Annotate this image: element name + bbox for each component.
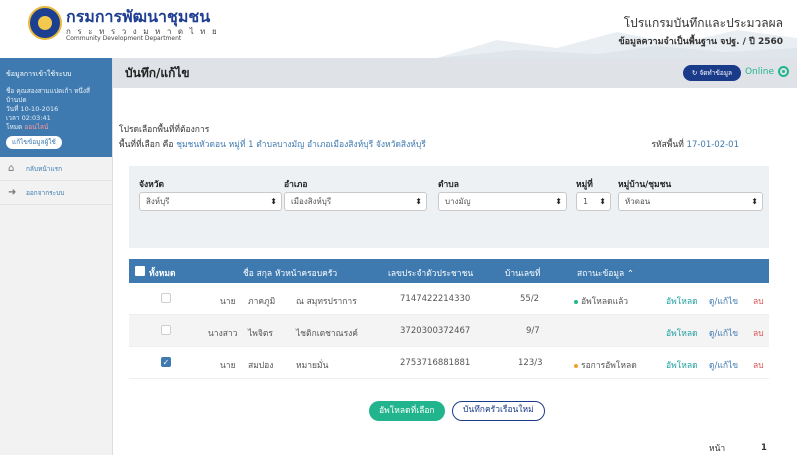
row-checkbox[interactable]: [161, 325, 171, 335]
delete-link[interactable]: ลบ: [753, 326, 764, 340]
pager-current-page[interactable]: 1: [761, 443, 767, 453]
org-logo: [28, 6, 62, 40]
sort-up-icon: ⌃: [626, 269, 635, 279]
login-date: วันที่ 10-10-2016: [6, 105, 59, 113]
moo-select[interactable]: 1 ⬍: [576, 192, 611, 211]
view-edit-link[interactable]: ดู/แก้ไข: [709, 326, 738, 340]
delete-link[interactable]: ลบ: [753, 358, 764, 372]
status-badge: อัพโหลดแล้ว: [574, 294, 628, 308]
select-arrow-icon: ⬍: [270, 197, 277, 206]
user-info: ชื่อ คุณสองสามแปดเก้า หนึ่งสี่ บ้านปด วั…: [0, 87, 112, 157]
sidebar-item-logout[interactable]: ➜ ออกจากระบบ: [0, 181, 112, 205]
org-name-english: Community Development Department: [66, 35, 182, 42]
app-header: กรมการพัฒนาชุมชน ก ร ะ ท ร ว ง ม ห า ด ไ…: [0, 0, 797, 58]
table-row: นาย ภาคภูมิ ณ สมุทรปราการ 7147422214330 …: [129, 283, 769, 315]
sidebar-item-label: ออกจากระบบ: [26, 188, 65, 197]
online-status-icon: [778, 66, 789, 77]
upload-link[interactable]: อัพโหลด: [666, 326, 698, 340]
page-toolbar: บันทึก/แก้ไข ↻ จัดทำข้อมูล Online: [113, 58, 797, 88]
select-area-prompt: โปรดเลือกพื้นที่ที่ต้องการ: [119, 125, 210, 135]
column-name: ชื่อ สกุล หัวหน้าครอบครัว: [243, 269, 338, 279]
upload-selected-button[interactable]: อัพโหลดที่เลือก: [369, 401, 445, 421]
row-checkbox[interactable]: [161, 293, 171, 303]
upload-link[interactable]: อัพโหลด: [666, 358, 698, 372]
sidebar-item-home[interactable]: ⌂ กลับหน้าแรก: [0, 157, 112, 181]
district-label: อำเภอ: [284, 180, 308, 190]
logout-icon: ➜: [8, 186, 17, 198]
row-checkbox-checked[interactable]: ✓: [161, 357, 171, 367]
district-select[interactable]: เมืองสิงห์บุรี ⬍: [284, 192, 427, 211]
status-badge: รอการอัพโหลด: [574, 358, 637, 372]
user-village: บ้านปด: [6, 96, 27, 104]
manage-data-button[interactable]: ↻ จัดทำข้อมูล: [682, 65, 741, 81]
province-select[interactable]: สิงห์บุรี ⬍: [139, 192, 282, 211]
column-id: เลขประจำตัวประชาชน: [388, 269, 474, 279]
province-label: จังหวัด: [139, 180, 165, 190]
login-time: เวลา 02:03:41: [6, 114, 51, 122]
select-arrow-icon: ⬍: [555, 197, 562, 206]
edit-profile-button[interactable]: แก้ไขข้อมูลผู้ใช้: [6, 136, 62, 149]
area-code-value: 17-01-02-01: [686, 140, 739, 150]
table-row: นางสาว ไพจิตร ไชติกเตชาณรงค์ 37203003724…: [129, 315, 769, 347]
view-edit-link[interactable]: ดู/แก้ไข: [709, 294, 738, 308]
sidebar-item-label: กลับหน้าแรก: [26, 164, 63, 173]
pager-label: หน้า: [709, 444, 726, 454]
mode-line: โหมด ออนไลน์: [6, 123, 49, 131]
view-edit-link[interactable]: ดู/แก้ไข: [709, 358, 738, 372]
area-filter-panel: จังหวัด สิงห์บุรี ⬍ อำเภอ เมืองสิงห์บุรี ⬍…: [129, 166, 769, 248]
village-label: หมู่บ้าน/ชุมชน: [618, 180, 672, 190]
table-header: ทั้งหมด ชื่อ สกุล หัวหน้าครอบครัว เลขประ…: [129, 259, 769, 283]
home-icon: ⌂: [8, 162, 15, 174]
selected-area: พื้นที่ที่เลือก คือ ชุมชนหัวดอน หมู่ที่ …: [119, 140, 426, 150]
select-arrow-icon: ⬍: [599, 197, 606, 206]
moo-label: หมู่ที่: [576, 180, 593, 190]
user-name: ชื่อ คุณสองสามแปดเก้า หนึ่งสี่: [6, 87, 90, 95]
upload-link[interactable]: อัพโหลด: [666, 294, 698, 308]
program-subtitle: ข้อมูลความจำเป็นพื้นฐาน จปฐ. / ปี 2560: [618, 37, 783, 47]
delete-link[interactable]: ลบ: [753, 294, 764, 308]
online-indicator: Online: [745, 66, 789, 77]
select-arrow-icon: ⬍: [751, 197, 758, 206]
new-household-button[interactable]: บันทึกครัวเรือนใหม่: [452, 401, 545, 421]
sidebar: ข้อมูลการเข้าใช้ระบบ ชื่อ คุณสองสามแปดเก…: [0, 58, 113, 455]
village-select[interactable]: หัวดอน ⬍: [618, 192, 763, 211]
column-house-no: บ้านเลขที่: [505, 269, 541, 279]
table-row: ✓ นาย สมปอง หมายมั่น 2753716881881 123/3…: [129, 347, 769, 379]
subdistrict-label: ตำบล: [438, 180, 459, 190]
selected-area-value: ชุมชนหัวดอน หมู่ที่ 1 ตำบลบางมัญ อำเภอเม…: [176, 140, 426, 150]
program-title: โปรแกรมบันทึกและประมวลผล: [623, 16, 783, 30]
column-status[interactable]: สถานะข้อมูล ⌃: [577, 266, 634, 280]
select-all-label: ทั้งหมด: [149, 269, 176, 279]
main-content: บันทึก/แก้ไข ↻ จัดทำข้อมูล Online โปรดเล…: [113, 58, 797, 455]
login-info-heading: ข้อมูลการเข้าใช้ระบบ: [0, 58, 112, 88]
area-code: รหัสพื้นที่ 17-01-02-01: [651, 140, 739, 150]
page-title: บันทึก/แก้ไข: [125, 65, 190, 80]
select-all-checkbox[interactable]: [135, 266, 145, 276]
select-arrow-icon: ⬍: [415, 197, 422, 206]
subdistrict-select[interactable]: บางมัญ ⬍: [438, 192, 567, 211]
mode-value: ออนไลน์: [24, 123, 49, 131]
